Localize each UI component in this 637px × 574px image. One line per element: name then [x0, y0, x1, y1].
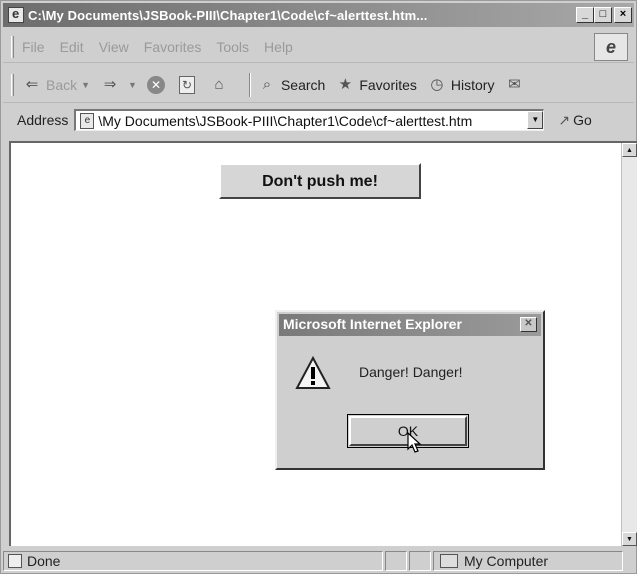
- minimize-button[interactable]: _: [576, 7, 594, 23]
- go-button[interactable]: ↗ Go: [558, 112, 591, 129]
- menu-view[interactable]: View: [99, 39, 129, 55]
- standard-toolbar: ⇐ Back ▼ ⇒ ▼ ✕ ↻ ⌂ ⌕ Search ★ Favorites …: [3, 67, 634, 103]
- dialog-title: Microsoft Internet Explorer: [283, 316, 462, 332]
- stop-icon: ✕: [146, 75, 165, 94]
- address-dropdown-button[interactable]: ▼: [527, 111, 544, 129]
- caption-buttons: _ □ ×: [576, 7, 632, 23]
- status-pane: [385, 551, 407, 571]
- address-input[interactable]: e \My Documents\JSBook-PIII\Chapter1\Cod…: [74, 109, 545, 131]
- back-label: Back: [46, 76, 78, 93]
- dont-push-me-button[interactable]: Don't push me!: [219, 163, 421, 199]
- search-label: Search: [280, 76, 326, 93]
- mail-button[interactable]: ✉: [504, 75, 528, 95]
- refresh-icon: ↻: [178, 75, 195, 94]
- chevron-down-icon[interactable]: ▼: [128, 80, 137, 90]
- close-button[interactable]: ×: [614, 7, 632, 23]
- go-label: Go: [573, 112, 592, 128]
- home-icon: ⌂: [214, 75, 224, 93]
- zone-label: My Computer: [464, 553, 549, 569]
- forward-arrow-icon: ⇒: [103, 75, 117, 93]
- favorites-icon: ★: [338, 75, 353, 93]
- maximize-button[interactable]: □: [594, 7, 612, 23]
- history-icon: ◷: [430, 75, 444, 93]
- back-button[interactable]: ⇐ Back ▼: [22, 75, 90, 95]
- menu-help[interactable]: Help: [264, 39, 293, 55]
- forward-button[interactable]: ⇒ ▼: [100, 75, 137, 95]
- mail-icon: ✉: [508, 75, 521, 93]
- favorites-label: Favorites: [359, 76, 417, 93]
- vertical-scrollbar[interactable]: ▲ ▼: [621, 143, 637, 546]
- favorites-button[interactable]: ★ Favorites: [335, 75, 417, 95]
- menu-edit[interactable]: Edit: [60, 39, 84, 55]
- address-bar: Address e \My Documents\JSBook-PIII\Chap…: [3, 105, 634, 135]
- menu-bar: File Edit View Favorites Tools Help e: [3, 31, 634, 63]
- menu-tools[interactable]: Tools: [216, 39, 249, 55]
- home-button[interactable]: ⌂: [209, 75, 233, 95]
- history-button[interactable]: ◷ History: [427, 75, 495, 95]
- title-bar[interactable]: C:\My Documents\JSBook-PIII\Chapter1\Cod…: [3, 3, 634, 27]
- warning-icon: [295, 356, 331, 389]
- chevron-down-icon[interactable]: ▼: [81, 80, 90, 90]
- search-icon: ⌕: [262, 75, 272, 93]
- toolbar-grip[interactable]: [11, 35, 14, 58]
- menu-favorites[interactable]: Favorites: [144, 39, 202, 55]
- address-value[interactable]: \My Documents\JSBook-PIII\Chapter1\Code\…: [98, 113, 528, 129]
- toolbar-separator: [248, 72, 251, 97]
- page-icon: [8, 554, 22, 568]
- refresh-button[interactable]: ↻: [178, 75, 199, 94]
- address-label: Address: [17, 112, 69, 128]
- window-title: C:\My Documents\JSBook-PIII\Chapter1\Cod…: [28, 7, 428, 23]
- scroll-down-arrow[interactable]: ▼: [622, 532, 637, 546]
- mouse-pointer-icon: [407, 432, 422, 453]
- status-text: Done: [27, 553, 61, 569]
- browser-window: C:\My Documents\JSBook-PIII\Chapter1\Cod…: [0, 0, 637, 574]
- back-arrow-icon: ⇐: [25, 75, 39, 93]
- stop-button[interactable]: ✕: [146, 75, 169, 94]
- toolbar-grip[interactable]: [11, 73, 14, 96]
- dialog-title-bar[interactable]: Microsoft Internet Explorer ✕: [279, 314, 541, 336]
- status-bar: Done My Computer: [3, 549, 634, 573]
- history-label: History: [450, 76, 495, 93]
- status-zone: My Computer: [433, 551, 623, 571]
- computer-icon: [440, 554, 458, 568]
- alert-dialog: Microsoft Internet Explorer ✕ Danger! Da…: [275, 310, 545, 470]
- windows-logo-icon: e: [594, 33, 628, 61]
- dialog-close-button[interactable]: ✕: [520, 317, 537, 332]
- menu-file[interactable]: File: [22, 39, 45, 55]
- status-pane: [409, 551, 431, 571]
- dialog-message: Danger! Danger!: [359, 364, 463, 380]
- scroll-up-arrow[interactable]: ▲: [622, 143, 637, 157]
- ie-page-icon: [8, 6, 24, 23]
- status-main: Done: [3, 551, 383, 571]
- search-button[interactable]: ⌕ Search: [257, 75, 326, 95]
- go-arrow-icon: ↗: [558, 111, 571, 128]
- page-icon: e: [80, 112, 95, 129]
